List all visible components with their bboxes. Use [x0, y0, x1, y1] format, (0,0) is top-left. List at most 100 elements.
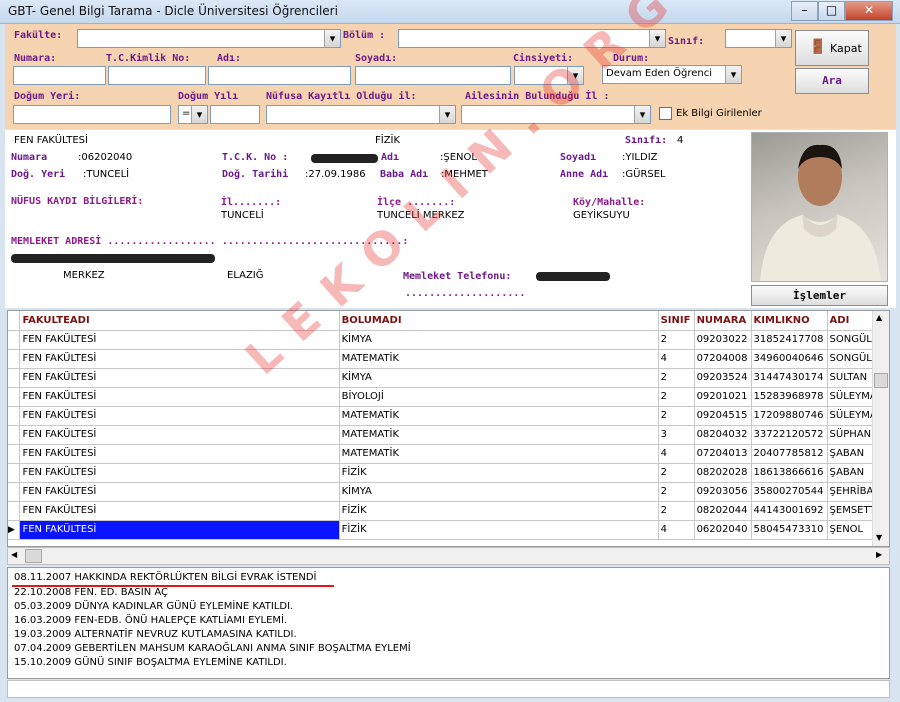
cell-fakulteadi[interactable]: FEN FAKÜLTESİ [19, 501, 340, 521]
grid-horizontal-thumb[interactable] [25, 549, 42, 563]
cell-fakulteadi[interactable]: FEN FAKÜLTESİ [19, 482, 340, 502]
cell-bolumadi[interactable]: KİMYA [339, 368, 659, 388]
row-header[interactable] [8, 406, 21, 426]
col-header-sinif[interactable]: SINIF [658, 311, 695, 331]
scroll-left-icon[interactable]: ◀ [11, 550, 17, 559]
cell-fakulteadi[interactable]: FEN FAKÜLTESİ [19, 387, 340, 407]
table-row[interactable]: ▶ FEN FAKÜLTESİ FİZİK 4 06202040 58045473310 Ş… [8, 520, 889, 540]
cell-numara[interactable]: 08202028 [694, 463, 752, 483]
current-row-indicator-icon[interactable]: ▶ [8, 520, 21, 540]
row-header[interactable] [8, 349, 21, 369]
cell-kimlikno[interactable]: 35800270544 [751, 482, 828, 502]
col-header-numara[interactable]: NUMARA [694, 311, 752, 331]
cell-fakulteadi[interactable]: FEN FAKÜLTESİ [19, 406, 340, 426]
cell-numara[interactable]: 07204013 [694, 444, 752, 464]
cell-fakulteadi[interactable]: FEN FAKÜLTESİ [19, 520, 340, 540]
cell-kimlikno[interactable]: 18613866616 [751, 463, 828, 483]
cell-numara[interactable]: 08204032 [694, 425, 752, 445]
maximize-button[interactable]: □ [818, 1, 845, 21]
cell-fakulteadi[interactable]: FEN FAKÜLTESİ [19, 444, 340, 464]
cell-kimlikno[interactable]: 33722120572 [751, 425, 828, 445]
col-header-bolumadi[interactable]: BOLUMADI [339, 311, 659, 331]
cell-sinif[interactable]: 2 [658, 330, 695, 350]
cell-numara[interactable]: 09203056 [694, 482, 752, 502]
fakulte-select[interactable] [77, 29, 341, 48]
sinif-select[interactable] [725, 29, 792, 48]
cell-bolumadi[interactable]: BİYOLOJİ [339, 387, 659, 407]
cell-bolumadi[interactable]: MATEMATİK [339, 349, 659, 369]
row-header[interactable] [8, 482, 21, 502]
grid-vertical-thumb[interactable] [874, 373, 888, 388]
table-row[interactable]: FEN FAKÜLTESİ MATEMATİK 4 07204008 349600406… [8, 349, 889, 369]
islemler-button[interactable]: İşlemler [751, 285, 888, 306]
cell-bolumadi[interactable]: MATEMATİK [339, 425, 659, 445]
close-button[interactable]: ✕ [845, 1, 893, 21]
cell-kimlikno[interactable]: 17209880746 [751, 406, 828, 426]
cell-kimlikno[interactable]: 31447430174 [751, 368, 828, 388]
cell-kimlikno[interactable]: 31852417708 [751, 330, 828, 350]
grid-vertical-scrollbar[interactable]: ▲ ▼ [872, 311, 889, 546]
row-header[interactable] [8, 444, 21, 464]
scroll-up-icon[interactable]: ▲ [876, 313, 882, 322]
cell-sinif[interactable]: 2 [658, 406, 695, 426]
cell-numara[interactable]: 09203022 [694, 330, 752, 350]
cell-kimlikno[interactable]: 58045473310 [751, 520, 828, 540]
cell-sinif[interactable]: 2 [658, 463, 695, 483]
operator-select[interactable]: = [178, 105, 208, 124]
notes-panel[interactable]: 08.11.2007 HAKKINDA REKTÖRLÜKTEN BİLGİ E… [7, 567, 890, 679]
cell-bolumadi[interactable]: FİZİK [339, 520, 659, 540]
cell-sinif[interactable]: 4 [658, 349, 695, 369]
cell-kimlikno[interactable]: 15283968978 [751, 387, 828, 407]
cell-numara[interactable]: 07204008 [694, 349, 752, 369]
cell-bolumadi[interactable]: MATEMATİK [339, 406, 659, 426]
grid-horizontal-scrollbar[interactable]: ◀ ▶ [7, 547, 890, 565]
scroll-right-icon[interactable]: ▶ [876, 550, 882, 559]
kapat-button[interactable]: 🚪 Kapat [795, 30, 869, 66]
table-row[interactable]: FEN FAKÜLTESİ MATEMATİK 3 08204032 337221205… [8, 425, 889, 445]
cell-kimlikno[interactable]: 34960040646 [751, 349, 828, 369]
cell-numara[interactable]: 09204515 [694, 406, 752, 426]
cell-bolumadi[interactable]: FİZİK [339, 501, 659, 521]
cell-bolumadi[interactable]: MATEMATİK [339, 444, 659, 464]
dogum-yili-input[interactable] [210, 105, 260, 124]
cell-sinif[interactable]: 3 [658, 425, 695, 445]
cell-numara[interactable]: 09203524 [694, 368, 752, 388]
cell-bolumadi[interactable]: FİZİK [339, 463, 659, 483]
cell-sinif[interactable]: 2 [658, 368, 695, 388]
cell-kimlikno[interactable]: 20407785812 [751, 444, 828, 464]
nufus-il-select[interactable] [266, 105, 456, 124]
row-header[interactable] [8, 463, 21, 483]
col-header-kimlikno[interactable]: KIMLIKNO [751, 311, 828, 331]
cell-fakulteadi[interactable]: FEN FAKÜLTESİ [19, 425, 340, 445]
minimize-button[interactable]: – [791, 1, 818, 21]
cell-bolumadi[interactable]: KİMYA [339, 330, 659, 350]
table-row[interactable]: FEN FAKÜLTESİ KİMYA 2 09203524 31447430174 SU… [8, 368, 889, 388]
cell-bolumadi[interactable]: KİMYA [339, 482, 659, 502]
dogum-yeri-input[interactable] [13, 105, 171, 124]
row-header[interactable] [8, 368, 21, 388]
ek-bilgi-checkbox[interactable] [659, 107, 672, 120]
table-row[interactable]: FEN FAKÜLTESİ FİZİK 2 08202044 44143001692 ŞE… [8, 501, 889, 521]
adi-input[interactable] [208, 66, 351, 85]
cell-sinif[interactable]: 2 [658, 501, 695, 521]
cell-sinif[interactable]: 4 [658, 444, 695, 464]
row-header[interactable] [8, 501, 21, 521]
cell-sinif[interactable]: 2 [658, 387, 695, 407]
cell-fakulteadi[interactable]: FEN FAKÜLTESİ [19, 368, 340, 388]
row-header[interactable] [8, 330, 21, 350]
tckimlik-input[interactable] [108, 66, 206, 85]
table-row[interactable]: FEN FAKÜLTESİ KİMYA 2 09203022 31852417708 SO… [8, 330, 889, 350]
cell-sinif[interactable]: 2 [658, 482, 695, 502]
row-header[interactable] [8, 387, 21, 407]
ara-button[interactable]: Ara [795, 68, 869, 94]
cell-numara[interactable]: 09201021 [694, 387, 752, 407]
cell-sinif[interactable]: 4 [658, 520, 695, 540]
soyadi-input[interactable] [355, 66, 511, 85]
row-header[interactable] [8, 425, 21, 445]
scroll-down-icon[interactable]: ▼ [876, 533, 882, 542]
cell-fakulteadi[interactable]: FEN FAKÜLTESİ [19, 463, 340, 483]
table-row[interactable]: FEN FAKÜLTESİ FİZİK 2 08202028 18613866616 ŞA… [8, 463, 889, 483]
table-row[interactable]: FEN FAKÜLTESİ MATEMATİK 2 09204515 172098807… [8, 406, 889, 426]
table-row[interactable]: FEN FAKÜLTESİ BİYOLOJİ 2 09201021 1528396897… [8, 387, 889, 407]
table-row[interactable]: FEN FAKÜLTESİ KİMYA 2 09203056 35800270544 ŞE… [8, 482, 889, 502]
